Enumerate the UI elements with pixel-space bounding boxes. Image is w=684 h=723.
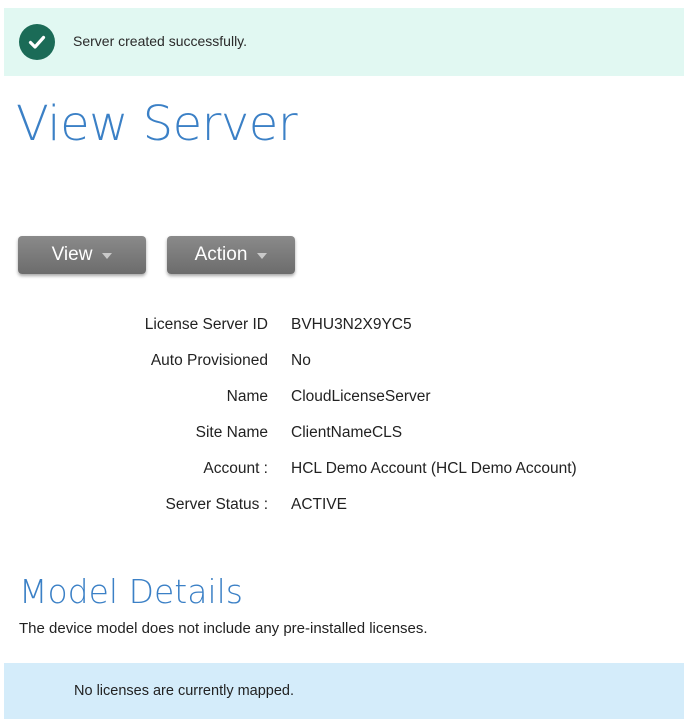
caret-down-icon <box>257 253 268 259</box>
detail-value: CloudLicenseServer <box>291 388 431 405</box>
detail-row-server-status: Server Status : ACTIVE <box>0 492 684 528</box>
no-licenses-message: No licenses are currently mapped. <box>74 683 295 699</box>
success-message: Server created successfully. <box>73 33 248 49</box>
detail-row-license-server-id: License Server ID BVHU3N2X9YC5 <box>0 312 684 348</box>
detail-row-account: Account : HCL Demo Account (HCL Demo Acc… <box>0 456 684 492</box>
action-dropdown-button[interactable]: Action <box>167 236 295 274</box>
detail-label: Site Name <box>195 424 268 441</box>
detail-row-site-name: Site Name ClientNameCLS <box>0 420 684 456</box>
detail-value: No <box>291 352 311 369</box>
view-button-label: View <box>51 244 93 265</box>
success-alert: Server created successfully. <box>4 8 684 76</box>
model-details-title: Model Details <box>19 572 243 611</box>
detail-label: Server Status : <box>165 496 268 513</box>
detail-label: Account : <box>203 460 268 477</box>
server-details: License Server ID BVHU3N2X9YC5 Auto Prov… <box>0 312 684 528</box>
check-circle-icon <box>19 24 55 60</box>
detail-value: BVHU3N2X9YC5 <box>291 316 412 333</box>
no-licenses-notice: No licenses are currently mapped. <box>4 663 684 719</box>
view-dropdown-button[interactable]: View <box>18 236 146 274</box>
detail-label: Name <box>226 388 268 405</box>
action-button-label: Action <box>194 244 248 265</box>
caret-down-icon <box>102 253 113 259</box>
detail-row-name: Name CloudLicenseServer <box>0 384 684 420</box>
page-title: View Server <box>16 96 298 152</box>
detail-label: License Server ID <box>144 316 268 333</box>
detail-value: ACTIVE <box>291 496 347 513</box>
detail-value: HCL Demo Account (HCL Demo Account) <box>291 460 577 477</box>
detail-row-auto-provisioned: Auto Provisioned No <box>0 348 684 384</box>
detail-value: ClientNameCLS <box>291 424 403 441</box>
detail-label: Auto Provisioned <box>150 352 268 369</box>
model-details-description: The device model does not include any pr… <box>19 620 428 637</box>
